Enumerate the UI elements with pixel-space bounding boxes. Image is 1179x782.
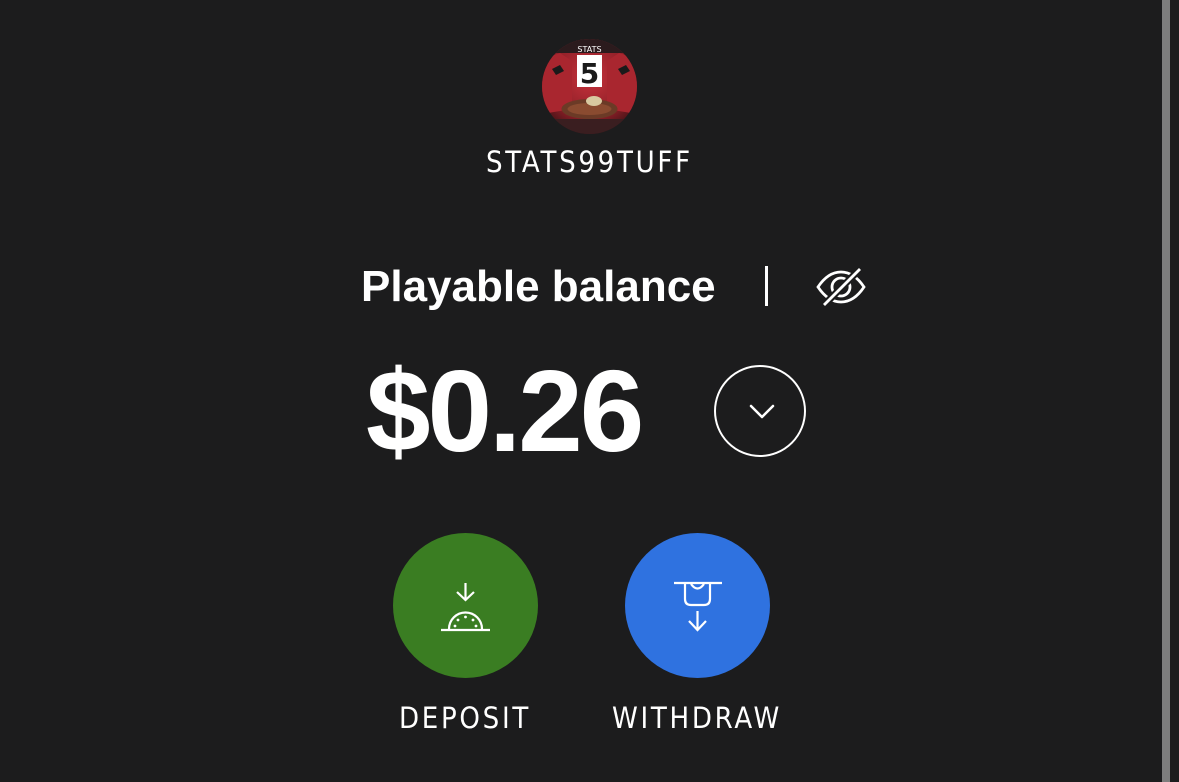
jersey-number-text: 5 [580,57,599,90]
deposit-icon [440,583,490,632]
divider [765,266,768,306]
withdraw-button[interactable]: WITHDRAW [597,533,797,735]
chevron-down-icon [749,404,775,419]
scrollbar-thumb[interactable] [1162,0,1170,782]
eye-slash-icon [816,266,866,308]
jersey-avatar-icon: STATS 5 [542,39,637,134]
deposit-button[interactable]: DEPOSIT [365,533,565,735]
balance-header: Playable balance [0,258,1179,318]
scrollbar[interactable] [1160,0,1179,782]
avatar[interactable]: STATS 5 [542,39,637,134]
expand-balance-button[interactable] [714,365,806,457]
balance-amount: $0.26 [366,346,644,476]
withdraw-label: WITHDRAW [611,701,783,735]
username: STATS99TUFF [486,145,693,179]
jersey-name-text: STATS [577,45,601,54]
withdraw-circle[interactable] [624,533,770,678]
balance-label: Playable balance [361,262,716,311]
withdraw-icon [673,581,722,632]
deposit-circle[interactable] [392,533,538,678]
toggle-balance-visibility-button[interactable] [814,266,868,308]
deposit-label: DEPOSIT [399,701,531,735]
